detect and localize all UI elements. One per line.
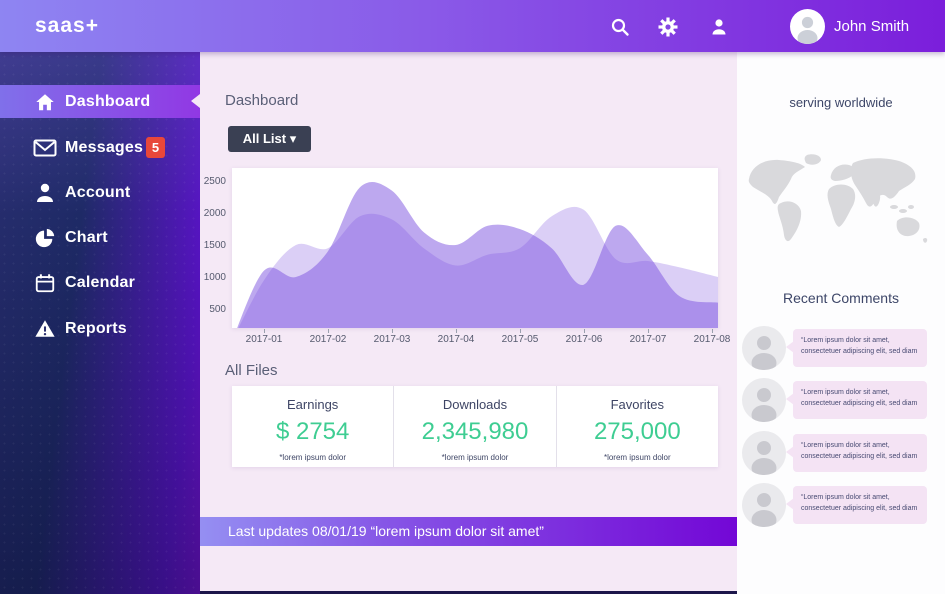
x-axis-label: 2017-01 [242,334,286,345]
x-axis-label: 2017-07 [626,334,670,345]
sidebar-item-chart[interactable]: Chart [0,221,200,254]
x-axis-label: 2017-04 [434,334,478,345]
map-title: serving worldwide [737,95,945,110]
sidebar-item-label: Reports [65,320,127,338]
stat-label: Downloads [394,397,555,412]
x-tick [584,329,585,333]
sidebar-item-messages[interactable]: Messages 5 [0,131,200,164]
all-files-title: All Files [225,362,278,379]
stat-favorites: Favorites 275,000 *lorem ipsum dolor [556,386,718,467]
user-icon [709,17,729,37]
area-chart-panel [232,168,718,328]
area-chart [232,168,718,328]
sidebar-item-label: Messages [65,139,143,157]
avatar-person-icon [742,431,786,475]
avatar-person-icon [742,378,786,422]
stat-value: $ 2754 [232,418,393,446]
x-axis-label: 2017-06 [562,334,606,345]
comment-bubble: “Lorem ipsum dolor sit amet, consectetue… [793,329,927,367]
x-axis-label: 2017-03 [370,334,414,345]
sidebar-item-label: Calendar [65,274,135,292]
settings-button[interactable] [658,17,678,37]
alert-icon [33,317,57,341]
messages-count-badge: 5 [146,137,165,158]
x-tick [456,329,457,333]
mail-icon [33,136,57,160]
comment-avatar [742,431,786,475]
x-axis-label: 2017-08 [690,334,734,345]
x-tick [520,329,521,333]
stat-label: Favorites [557,397,718,412]
stat-value: 2,345,980 [394,418,555,446]
stat-note: *lorem ipsum dolor [394,453,555,462]
avatar-person-icon [742,483,786,527]
sidebar-item-reports[interactable]: Reports [0,312,200,345]
avatar-person-icon [742,326,786,370]
x-tick [264,329,265,333]
stat-earnings: Earnings $ 2754 *lorem ipsum dolor [232,386,393,467]
gear-icon [658,17,678,37]
comment-bubble: “Lorem ipsum dolor sit amet, consectetue… [793,381,927,419]
pie-chart-icon [33,226,57,250]
world-map-image [745,150,931,252]
x-tick [648,329,649,333]
sidebar-item-label: Dashboard [65,93,150,111]
app-window: saas+ [0,0,945,594]
recent-comments-title: Recent Comments [737,290,945,306]
x-tick [712,329,713,333]
user-name[interactable]: John Smith [834,18,909,35]
last-updates-bar: Last updates 08/01/19 “lorem ipsum dolor… [200,517,737,546]
calendar-icon [33,271,57,295]
x-tick [328,329,329,333]
sidebar-item-calendar[interactable]: Calendar [0,266,200,299]
world-map [745,150,931,257]
sidebar-nav: Dashboard Messages 5 Account Chart [0,52,200,594]
sidebar-item-label: Chart [65,229,108,247]
sidebar-item-label: Account [65,184,130,202]
stat-note: *lorem ipsum dolor [557,453,718,462]
stat-label: Earnings [232,397,393,412]
search-icon [610,17,630,37]
app-logo: saas+ [35,14,99,38]
sidebar-item-account[interactable]: Account [0,176,200,209]
active-item-notch [191,94,200,108]
avatar-person-icon [790,9,825,44]
sidebar-item-dashboard[interactable]: Dashboard [0,85,200,118]
all-list-dropdown[interactable]: All List ▾ [228,126,311,152]
user-icon [33,181,57,205]
stat-note: *lorem ipsum dolor [232,453,393,462]
stats-panel: Earnings $ 2754 *lorem ipsum dolor Downl… [232,386,718,467]
search-button[interactable] [610,17,630,37]
x-tick [392,329,393,333]
comment-bubble: “Lorem ipsum dolor sit amet, consectetue… [793,486,927,524]
stat-value: 275,000 [557,418,718,446]
page-title: Dashboard [225,92,298,109]
home-icon [33,90,57,114]
comment-avatar [742,378,786,422]
comment-avatar [742,326,786,370]
profile-button[interactable] [709,17,729,37]
x-axis-label: 2017-02 [306,334,350,345]
user-avatar[interactable] [790,9,825,44]
comment-avatar [742,483,786,527]
x-axis-label: 2017-05 [498,334,542,345]
stat-downloads: Downloads 2,345,980 *lorem ipsum dolor [393,386,555,467]
comment-bubble: “Lorem ipsum dolor sit amet, consectetue… [793,434,927,472]
top-bar: saas+ [0,0,945,52]
